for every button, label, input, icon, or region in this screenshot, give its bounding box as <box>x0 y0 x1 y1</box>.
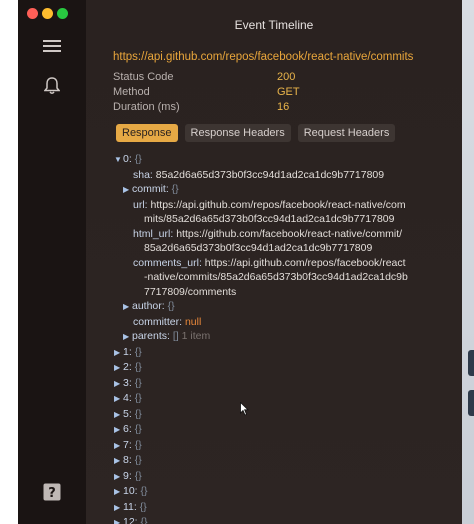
collapsed-triangle-icon[interactable]: ▶ <box>114 408 123 423</box>
tree-field-url: url: https://api.github.com/repos/facebo… <box>133 198 406 211</box>
background-window-edge <box>468 390 474 416</box>
tree-field-committer: committer: null <box>133 315 202 328</box>
tree-field-comments-url-cont: -native/commits/85a2d6a65d373b0f3cc94d1a… <box>144 271 408 283</box>
collapsed-triangle-icon[interactable]: ▶ <box>123 300 132 315</box>
tree-node-parents[interactable]: ▶ parents: [] 1 item <box>86 329 462 345</box>
tab-response[interactable]: Response <box>116 124 178 142</box>
close-window-button[interactable] <box>27 8 38 19</box>
collapsed-triangle-icon[interactable]: ▶ <box>114 470 123 485</box>
tree-node-collapsed[interactable]: ▶ 10: {} <box>86 484 462 500</box>
tree-node-collapsed[interactable]: ▶ 5: {} <box>86 407 462 423</box>
tree-node-commit[interactable]: ▶ commit: {} <box>86 182 462 198</box>
tree-node-collapsed[interactable]: ▶ 3: {} <box>86 376 462 392</box>
background-window-edge <box>468 350 474 376</box>
collapsed-triangle-icon[interactable]: ▶ <box>114 485 123 500</box>
collapsed-triangle-icon[interactable]: ▶ <box>123 183 132 198</box>
tree-node-collapsed[interactable]: ▶ 1: {} <box>86 345 462 361</box>
status-code-label: Status Code <box>113 71 174 83</box>
tree-node-collapsed[interactable]: ▶ 4: {} <box>86 391 462 407</box>
method-row: Method GET <box>113 86 300 98</box>
duration-value: 16 <box>277 101 290 113</box>
tree-field-html-url: html_url: https://github.com/facebook/re… <box>133 227 403 240</box>
desktop-background-right <box>462 0 474 524</box>
help-icon[interactable]: ? <box>38 478 66 506</box>
app-window: ? Event Timeline https://api.github.com/… <box>18 0 462 524</box>
collapsed-triangle-icon[interactable]: ▶ <box>114 501 123 516</box>
collapsed-triangle-icon[interactable]: ▶ <box>114 346 123 361</box>
collapsed-triangle-icon[interactable]: ▶ <box>114 454 123 469</box>
mouse-cursor-icon <box>240 402 249 416</box>
response-tabs: Response Response Headers Request Header… <box>116 124 396 142</box>
method-value: GET <box>277 86 300 98</box>
zoom-window-button[interactable] <box>57 8 68 19</box>
tree-node-collapsed[interactable]: ▶ 12: {} <box>86 515 462 524</box>
sidebar: ? <box>18 0 86 524</box>
collapsed-triangle-icon[interactable]: ▶ <box>114 439 123 454</box>
method-label: Method <box>113 86 150 98</box>
tree-node-collapsed[interactable]: ▶ 8: {} <box>86 453 462 469</box>
status-code-value: 200 <box>277 71 296 83</box>
tree-field-comments-url: comments_url: https://api.github.com/rep… <box>133 256 406 269</box>
collapsed-triangle-icon[interactable]: ▶ <box>123 330 132 345</box>
duration-label: Duration (ms) <box>113 101 180 113</box>
tree-node-collapsed[interactable]: ▶ 6: {} <box>86 422 462 438</box>
tree-field-url-cont: mits/85a2d6a65d373b0f3cc94d1ad2ca1dc9b77… <box>144 213 395 225</box>
collapsed-triangle-icon[interactable]: ▶ <box>114 392 123 407</box>
collapsed-triangle-icon[interactable]: ▶ <box>114 361 123 376</box>
collapsed-triangle-icon[interactable]: ▶ <box>114 516 123 524</box>
request-url[interactable]: https://api.github.com/repos/facebook/re… <box>113 51 413 63</box>
tree-node-0[interactable]: ▼0: {} <box>86 152 462 168</box>
minimize-window-button[interactable] <box>42 8 53 19</box>
event-detail-panel: Event Timeline https://api.github.com/re… <box>86 0 462 524</box>
tree-node-collapsed[interactable]: ▶ 2: {} <box>86 360 462 376</box>
collapsed-triangle-icon[interactable]: ▶ <box>114 377 123 392</box>
window-title: Event Timeline <box>234 18 314 32</box>
json-tree: ▼0: {} sha: 85a2d6a65d373b0f3cc94d1ad2ca… <box>86 152 462 524</box>
desktop-background-left <box>0 0 18 524</box>
tree-node-collapsed[interactable]: ▶ 9: {} <box>86 469 462 485</box>
collapsed-triangle-icon[interactable]: ▶ <box>114 423 123 438</box>
tree-field-html-url-cont: 85a2d6a65d373b0f3cc94d1ad2ca1dc9b7717809 <box>144 242 373 254</box>
collapsed-node-list: ▶ 1: {} ▶ 2: {} ▶ 3: {} ▶ 4: {} ▶ 5: {} ▶ 6: {} ▶ 7: … <box>86 345 462 524</box>
tree-field-sha: sha: 85a2d6a65d373b0f3cc94d1ad2ca1dc9b77… <box>133 168 385 181</box>
tree-node-collapsed[interactable]: ▶ 7: {} <box>86 438 462 454</box>
svg-text:?: ? <box>48 486 56 501</box>
tab-response-headers[interactable]: Response Headers <box>184 124 291 142</box>
duration-row: Duration (ms) 16 <box>113 101 289 113</box>
expanded-triangle-icon[interactable]: ▼ <box>114 153 123 168</box>
bell-icon[interactable] <box>38 72 66 100</box>
tree-field-comments-url-cont: 7717809/comments <box>144 285 237 298</box>
tree-node-collapsed[interactable]: ▶ 11: {} <box>86 500 462 516</box>
status-code-row: Status Code 200 <box>113 71 295 83</box>
tree-node-author[interactable]: ▶ author: {} <box>86 299 462 315</box>
tab-request-headers[interactable]: Request Headers <box>297 124 396 142</box>
